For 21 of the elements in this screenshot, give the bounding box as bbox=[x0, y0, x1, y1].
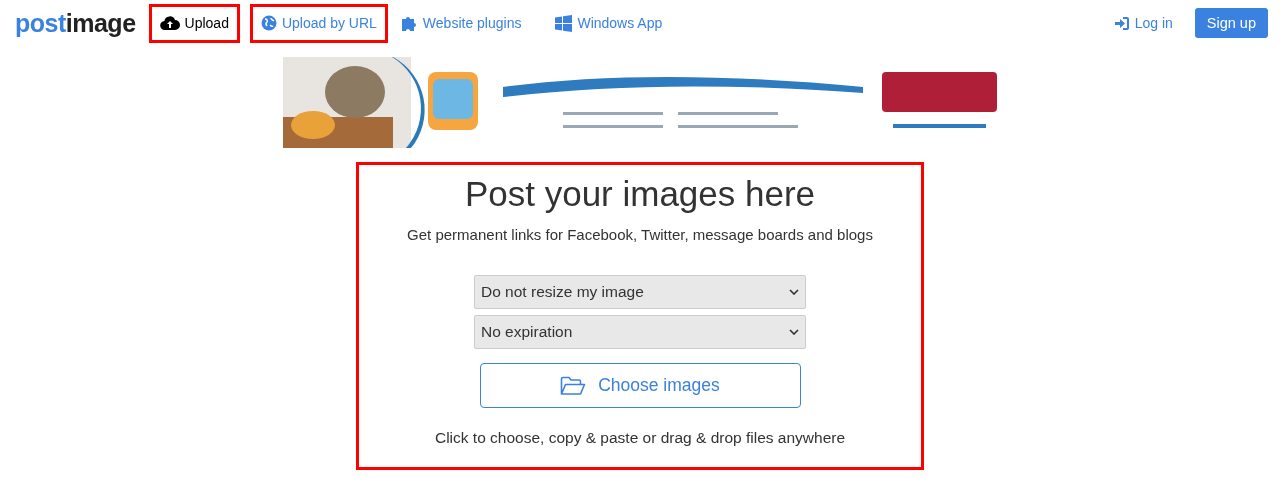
chevron-down-icon bbox=[789, 329, 799, 335]
chevron-down-icon bbox=[789, 289, 799, 295]
globe-icon bbox=[260, 15, 277, 31]
nav-link[interactable]: Upload by URL bbox=[249, 3, 388, 43]
postimage-logo[interactable]: postimage bbox=[15, 8, 136, 38]
nav-link[interactable]: Website plugins bbox=[397, 3, 525, 43]
choose-images-button[interactable]: Choose images bbox=[479, 363, 801, 408]
windows-logo-icon bbox=[555, 14, 573, 32]
cloud-upload-icon bbox=[159, 15, 180, 31]
nav-link[interactable]: Windows App bbox=[552, 3, 666, 43]
page-title: Post your images here bbox=[464, 174, 816, 214]
dropdown-select[interactable]: No expiration bbox=[474, 315, 806, 349]
folder-icon bbox=[560, 375, 587, 396]
login-link[interactable]: Log in bbox=[1114, 15, 1173, 31]
nav-link[interactable]: Upload bbox=[148, 3, 240, 43]
subtitle: Get permanent links for Facebook, Twitter, message boards and blogs bbox=[407, 226, 873, 243]
dropdown-select[interactable]: Do not resize my image bbox=[474, 275, 806, 309]
sign-in-icon bbox=[1114, 16, 1129, 30]
puzzle-icon bbox=[400, 15, 418, 31]
signup-button[interactable]: Sign up bbox=[1194, 8, 1268, 38]
drop-hint: Click to choose, copy & paste or drag & drop files anywhere bbox=[434, 429, 846, 447]
